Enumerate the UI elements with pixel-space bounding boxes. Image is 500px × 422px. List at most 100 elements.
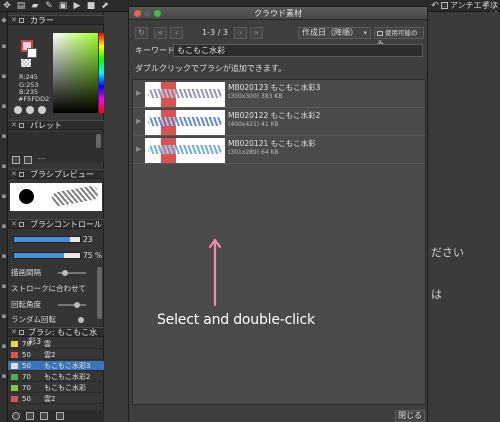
random-rotation-knob[interactable] [78, 317, 84, 323]
panel-menu-icon[interactable] [19, 330, 24, 335]
dialog-titlebar[interactable]: クラウド素材 [129, 7, 427, 20]
brush-list-item[interactable]: 50 雲2 [8, 350, 104, 360]
material-name: MB020123 もこもこ水彩3 [228, 83, 321, 92]
brush-list-item[interactable]: 50 雲2 [8, 394, 104, 404]
brush-size-slider[interactable] [13, 236, 81, 243]
material-thumbnail[interactable] [145, 110, 225, 135]
tool-icon[interactable]: ▪ [1, 342, 7, 351]
color-history-swatch[interactable] [38, 106, 46, 114]
canvas-area[interactable]: ださい は [429, 12, 500, 422]
brush-control-header[interactable]: ✕ ブラシコントロール [8, 219, 104, 229]
last-page-icon: » [254, 28, 259, 37]
expand-arrow-icon[interactable]: ▶ [136, 145, 141, 153]
material-item[interactable]: ▶ MB020123 もこもこ水彩3 (300x300) 383 KB [133, 81, 425, 108]
brush-size: 50 [22, 395, 31, 403]
rotation-slider[interactable] [58, 304, 86, 306]
close-icon[interactable]: ✕ [11, 220, 17, 229]
delete-brush-icon[interactable] [56, 412, 64, 420]
layer-icon[interactable]: ▤ [16, 1, 26, 11]
color-history-swatch[interactable] [26, 106, 34, 114]
hue-slider[interactable] [99, 33, 104, 113]
antialias-checkbox[interactable] [441, 2, 448, 9]
tool-icon[interactable]: ▪ [1, 162, 7, 171]
panel-menu-icon[interactable] [19, 222, 24, 227]
material-thumbnail[interactable] [145, 82, 225, 107]
follow-stroke-property[interactable]: ストロークに合わせて [11, 284, 86, 293]
opacity-slider[interactable] [13, 252, 81, 259]
color-history-swatch[interactable] [14, 106, 22, 114]
tool-icon[interactable]: ▪ [1, 132, 7, 141]
rotation-knob[interactable] [74, 302, 80, 308]
settings-icon[interactable] [40, 412, 48, 420]
refresh-button[interactable]: ↻ [135, 27, 148, 39]
dialog-title: クラウド素材 [254, 9, 302, 18]
random-rotation-property: ランダム回転 [11, 315, 56, 324]
tool-icon[interactable]: ▪ [1, 192, 7, 201]
brush-list-item[interactable]: 70 もこもこ水彩2 [8, 372, 104, 382]
tool-icon[interactable]: ▪ [1, 282, 7, 291]
thumbnail-stroke [148, 145, 222, 154]
brush-list-item[interactable]: 70 雲 [8, 339, 104, 349]
tool-icon[interactable]: ▪ [1, 222, 7, 231]
new-palette-icon[interactable] [12, 156, 20, 164]
brush-name: もこもこ水彩 [44, 384, 86, 392]
sort-select[interactable]: 作成日（降順） ▾ [298, 27, 371, 39]
brush-icon[interactable]: ✎ [44, 1, 54, 11]
expand-arrow-icon[interactable]: ▶ [136, 89, 141, 97]
tool-icon[interactable]: ▪ [1, 72, 7, 81]
opacity-number: 75 [83, 251, 93, 260]
chevron-down-icon: ▾ [363, 29, 367, 37]
move-icon[interactable]: ✥ [2, 1, 12, 11]
brush-preview [10, 183, 102, 211]
undo-icon[interactable]: ↶ [430, 1, 440, 11]
last-page-button[interactable]: » [250, 27, 263, 39]
tool-icon[interactable]: ◆ [1, 16, 7, 25]
panel-menu-icon[interactable] [19, 123, 24, 128]
palette-scrollbar[interactable] [96, 134, 101, 148]
brush-list-header[interactable]: ✕ ブラシ: もこもこ水彩3 [8, 327, 104, 346]
panel-menu-icon[interactable] [19, 172, 24, 177]
panel-menu-icon[interactable] [19, 18, 24, 23]
palette-panel-header[interactable]: ✕ パレット [8, 120, 104, 130]
chat-icon[interactable]: ▰ [30, 1, 40, 11]
close-icon[interactable]: ✕ [11, 328, 17, 337]
tool-icon[interactable]: ▪ [1, 102, 7, 111]
material-item[interactable]: ▶ MB020121 もこもこ水彩 (301x289) 64 KB [133, 137, 425, 164]
close-icon[interactable]: ✕ [11, 121, 17, 130]
prev-page-button[interactable]: ‹ [170, 27, 183, 39]
brush-list-item[interactable]: 50 もこもこ水彩3 [8, 361, 104, 371]
tool-icon[interactable]: ▪ [1, 252, 7, 261]
available-only-toggle[interactable]: 使用可能のみ [374, 27, 424, 47]
brush-control-scrollbar[interactable] [97, 267, 102, 319]
spacing-knob[interactable] [62, 270, 68, 276]
square-icon[interactable]: ■ [86, 1, 96, 11]
clipboard-icon[interactable]: ▣ [58, 1, 68, 11]
delete-palette-icon[interactable] [24, 156, 32, 164]
material-item[interactable]: ▶ MB020122 もこもこ水彩2 (400x421) 41 KB [133, 109, 425, 136]
background-color-swatch[interactable] [27, 48, 37, 58]
color-saturation-square[interactable] [53, 33, 98, 113]
cloud-icon[interactable] [12, 412, 20, 420]
export-icon[interactable]: ⬈ [100, 1, 110, 11]
next-page-button[interactable]: › [234, 27, 247, 39]
keyword-input[interactable] [173, 44, 423, 57]
expand-arrow-icon[interactable]: ▶ [136, 117, 141, 125]
tool-icon[interactable]: ▪ [1, 42, 7, 51]
color-panel-header[interactable]: ✕ カラー [8, 15, 104, 25]
close-button[interactable]: 閉じる [395, 410, 425, 422]
first-page-button[interactable]: « [154, 27, 167, 39]
brush-preview-header[interactable]: ✕ ブラシプレビュー [8, 169, 104, 179]
transparent-color-swatch[interactable] [21, 59, 31, 67]
brush-preview-title: ブラシプレビュー [30, 170, 94, 179]
brush-list-item[interactable]: 70 もこもこ水彩 [8, 383, 104, 393]
material-thumbnail[interactable] [145, 138, 225, 163]
close-icon[interactable]: ✕ [11, 16, 17, 25]
new-brush-icon[interactable] [26, 412, 34, 420]
tool-icon[interactable]: ▪ [1, 372, 7, 381]
close-icon[interactable]: ✕ [11, 170, 17, 179]
canvas-text: ださい [431, 246, 464, 259]
play-icon[interactable]: ▶ [72, 1, 82, 11]
annotation-callout: Select and double-click [157, 312, 315, 328]
material-info: (400x421) 41 KB [228, 121, 279, 128]
tool-icon[interactable]: ▪ [1, 312, 7, 321]
